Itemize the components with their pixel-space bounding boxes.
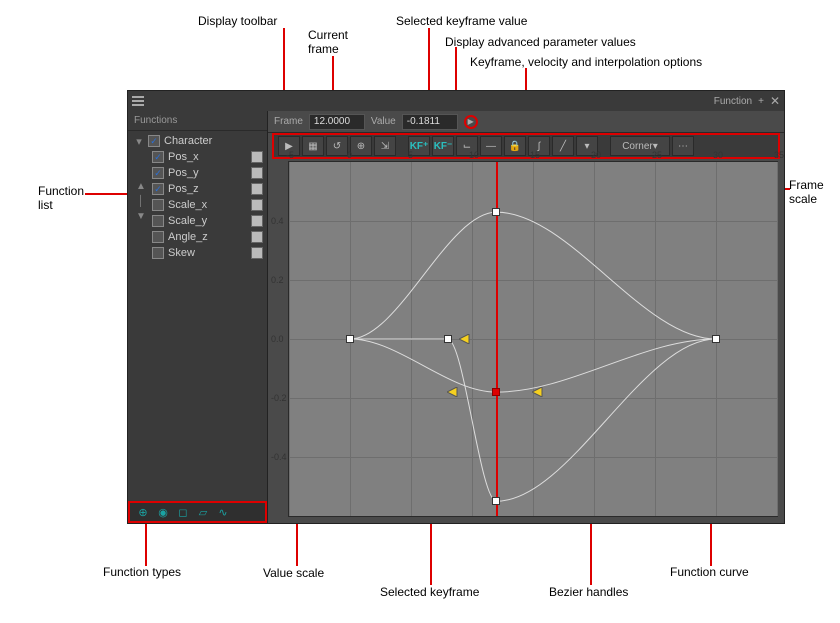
color-swatch[interactable] [251, 199, 263, 211]
label-value-scale: Value scale [263, 566, 324, 580]
tree-row-character[interactable]: ▾ Character [128, 133, 267, 149]
tree-row-posy[interactable]: Pos_y [128, 165, 267, 181]
reset-button[interactable]: ↺ [326, 136, 348, 156]
label-display-toolbar: Display toolbar [198, 14, 277, 28]
label-selected-kf: Selected keyframe [380, 585, 479, 599]
label-kf-options: Keyframe, velocity and interpolation opt… [470, 55, 702, 69]
value-label: Value [371, 116, 396, 127]
advanced-params-button[interactable] [464, 115, 478, 129]
tree-label: Character [164, 135, 249, 147]
label-display-adv: Display advanced parameter values [445, 35, 636, 49]
type-icon[interactable]: ⊕ [134, 504, 152, 520]
color-swatch[interactable] [251, 215, 263, 227]
tree-row-scalex[interactable]: Scale_x [128, 197, 267, 213]
tree-row-anglez[interactable]: Angle_z [128, 229, 267, 245]
type-icon[interactable]: ▱ [194, 504, 212, 520]
tree-row-posz[interactable]: Pos_z [128, 181, 267, 197]
color-swatch[interactable] [251, 231, 263, 243]
visibility-checkbox[interactable] [152, 183, 164, 195]
tree-label: Scale_y [168, 215, 249, 227]
label-bezier-handles: Bezier handles [549, 585, 628, 599]
menu-icon[interactable] [132, 94, 146, 108]
callout-line [145, 520, 147, 566]
color-swatch[interactable] [251, 183, 263, 195]
tree-label: Pos_y [168, 167, 249, 179]
color-swatch[interactable] [251, 247, 263, 259]
tree-label: Scale_x [168, 199, 249, 211]
grid-button[interactable]: ▦ [302, 136, 324, 156]
arrow-down-icon[interactable]: ▼ [136, 211, 146, 222]
tree-label: Pos_z [168, 183, 249, 195]
label-frame-scale: Frame scale [789, 178, 824, 206]
remove-keyframe-button[interactable]: KF⁻ [432, 136, 454, 156]
function-tree: ▾ Character Pos_x Pos_y [128, 131, 267, 501]
function-list-title: Functions [128, 111, 267, 131]
window-title: Function [714, 96, 752, 107]
keyframe[interactable] [492, 497, 500, 505]
keyframe[interactable] [492, 208, 500, 216]
frame-input[interactable] [309, 114, 365, 130]
x-gridline: 35 [777, 162, 778, 516]
tree-row-skew[interactable]: Skew [128, 245, 267, 261]
close-button[interactable]: ✕ [770, 94, 780, 108]
function-types-toolbar: ⊕ ◉ ◻ ▱ ∿ [128, 501, 267, 523]
bezier-handle[interactable] [459, 334, 473, 344]
tree-row-scaley[interactable]: Scale_y [128, 213, 267, 229]
tree-label: Skew [168, 247, 249, 259]
x-gridline: 25 [655, 162, 656, 516]
visibility-checkbox[interactable] [152, 247, 164, 259]
scale-slider-icon[interactable]: │ [138, 196, 144, 207]
function-editor-window: Function + ✕ Functions ▾ Character Pos_x [127, 90, 785, 524]
x-gridline: 5 [411, 162, 412, 516]
arrow-up-icon[interactable]: ▲ [136, 181, 146, 192]
fit-button[interactable]: ⇲ [374, 136, 396, 156]
keyframe[interactable] [444, 335, 452, 343]
tree-label: Angle_z [168, 231, 249, 243]
titlebar: Function + ✕ [128, 91, 784, 111]
type-icon[interactable]: ◉ [154, 504, 172, 520]
visibility-checkbox[interactable] [152, 167, 164, 179]
x-gridline: 20 [594, 162, 595, 516]
selected-keyframe[interactable] [492, 388, 500, 396]
keyframe[interactable] [346, 335, 354, 343]
tangent-button[interactable]: ╱ [552, 136, 574, 156]
tree-label: Pos_x [168, 151, 249, 163]
label-function-curve: Function curve [670, 565, 749, 579]
value-bar: Frame Value [268, 111, 784, 133]
linear-button[interactable]: — [480, 136, 502, 156]
label-current-frame: Current frame [308, 28, 348, 56]
visibility-checkbox[interactable] [152, 151, 164, 163]
keyframe[interactable] [712, 335, 720, 343]
label-function-list: Function list [38, 184, 84, 212]
visibility-checkbox[interactable] [152, 215, 164, 227]
type-icon[interactable]: ∿ [214, 504, 232, 520]
visibility-checkbox[interactable] [148, 135, 160, 147]
x-gridline: -5 [289, 162, 290, 516]
curve-area: Frame Value ▶ ▦ ↺ ⊕ ⇲ KF⁺ KF⁻ ⌙ — 🔒 ∫ ╱ [268, 111, 784, 523]
type-icon[interactable]: ◻ [174, 504, 192, 520]
color-swatch[interactable] [251, 167, 263, 179]
more-button[interactable]: ⋯ [672, 136, 694, 156]
x-gridline: 15 [533, 162, 534, 516]
function-list-panel: Functions ▾ Character Pos_x Pos [128, 111, 268, 523]
center-button[interactable]: ⊕ [350, 136, 372, 156]
curve-plot[interactable]: 0.40.20.0-0.2-0.4-505101520253035 [288, 161, 778, 517]
visibility-checkbox[interactable] [152, 199, 164, 211]
bezier-handle[interactable] [532, 387, 546, 397]
lock-button[interactable]: 🔒 [504, 136, 526, 156]
value-input[interactable] [402, 114, 458, 130]
tree-row-posx[interactable]: Pos_x [128, 149, 267, 165]
label-selected-kf-value: Selected keyframe value [396, 14, 527, 28]
visibility-checkbox[interactable] [152, 231, 164, 243]
frame-label: Frame [274, 116, 303, 127]
label-function-types: Function types [103, 565, 181, 579]
value-scale-widget[interactable]: ▲ │ ▼ [134, 181, 148, 222]
add-tab-button[interactable]: + [758, 96, 764, 107]
bezier-handle[interactable] [447, 387, 461, 397]
expand-icon[interactable]: ▾ [134, 135, 144, 148]
color-swatch[interactable] [251, 151, 263, 163]
